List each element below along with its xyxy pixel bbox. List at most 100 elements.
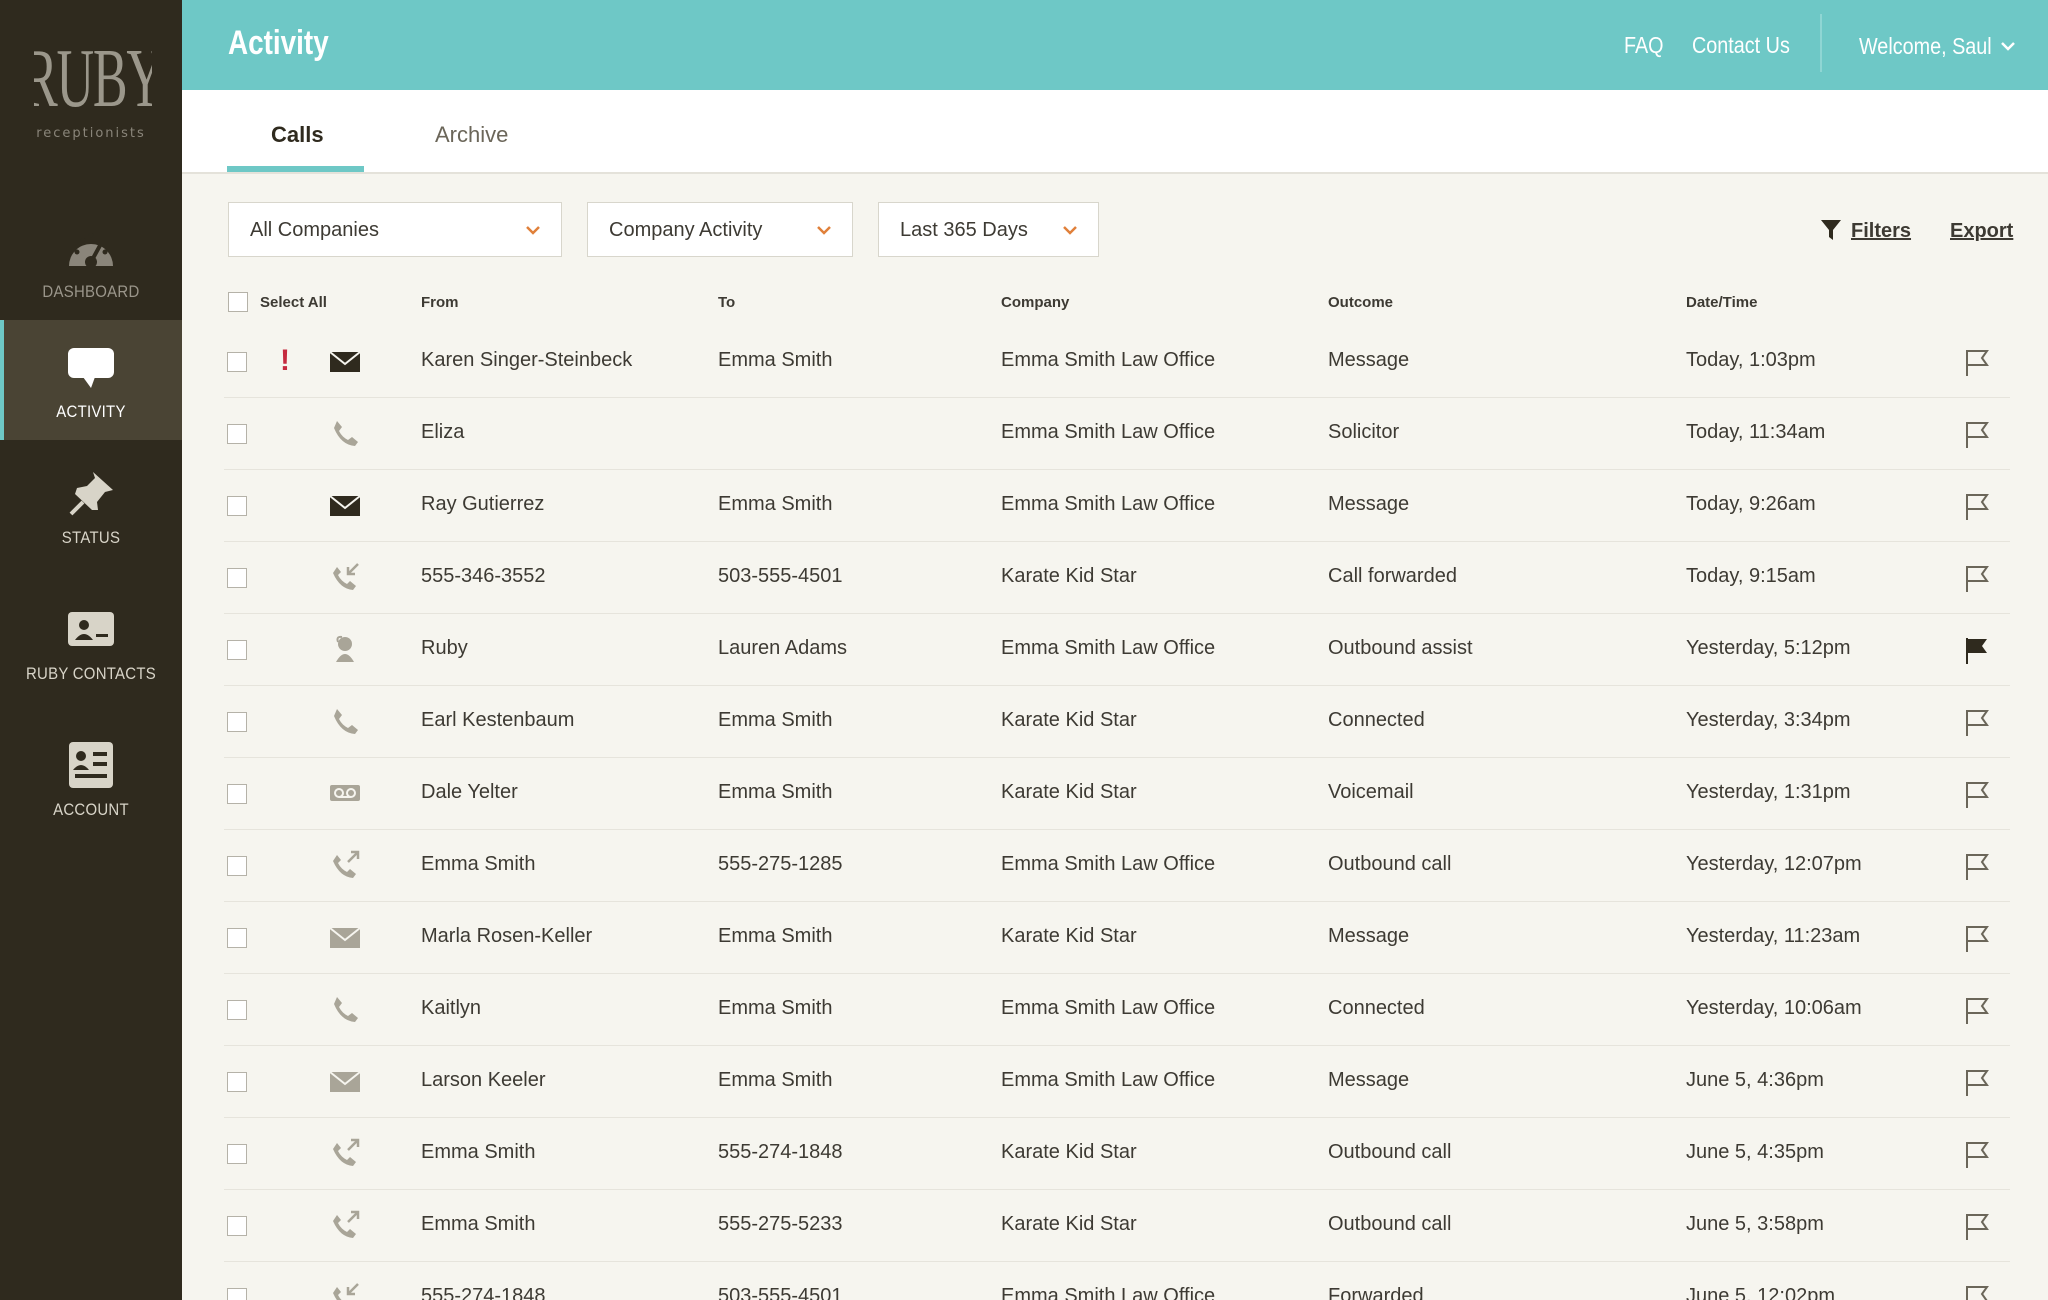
- table-row[interactable]: Emma Smith 555-274-1848 Karate Kid Star Out…: [224, 1118, 2010, 1190]
- cell-to: Emma Smith: [718, 709, 833, 731]
- table-row[interactable]: Eliza Emma Smith Law Office Solicitor Today…: [224, 398, 2010, 470]
- flag-toggle[interactable]: [1963, 780, 1991, 810]
- flag-toggle[interactable]: [1963, 708, 1991, 738]
- contact-us-link[interactable]: Contact Us: [1692, 32, 1790, 59]
- flag-toggle[interactable]: [1963, 1212, 1991, 1242]
- voicemail-icon: [330, 785, 360, 801]
- call-type-icon: [328, 1210, 362, 1240]
- table-row[interactable]: Dale Yelter Emma Smith Karate Kid Star Voic…: [224, 758, 2010, 830]
- row-checkbox[interactable]: [227, 568, 247, 588]
- flag-toggle[interactable]: [1963, 996, 1991, 1026]
- cell-outcome: Outbound call: [1328, 1213, 1452, 1235]
- cell-to: Lauren Adams: [718, 637, 847, 659]
- ruby-logo[interactable]: RUBY receptionists: [0, 0, 182, 150]
- cell-from: Emma Smith: [421, 1141, 536, 1163]
- sidebar-item-dashboard[interactable]: DASHBOARD: [0, 200, 182, 320]
- select-all-checkbox[interactable]: [228, 292, 248, 312]
- top-header: Activity FAQ Contact Us Welcome, Saul: [182, 0, 2048, 90]
- phone-icon: [334, 421, 358, 446]
- cell-from: Ray Gutierrez: [421, 493, 545, 515]
- row-checkbox[interactable]: [227, 1000, 247, 1020]
- flag-toggle[interactable]: [1963, 1140, 1991, 1170]
- cell-from: Emma Smith: [421, 853, 536, 875]
- outbound-call-icon: [333, 1138, 360, 1166]
- chevron-down-icon[interactable]: [2000, 40, 2016, 52]
- call-type-icon: [328, 1066, 362, 1096]
- row-checkbox[interactable]: [227, 1144, 247, 1164]
- row-checkbox[interactable]: [227, 856, 247, 876]
- faq-link[interactable]: FAQ: [1624, 32, 1664, 59]
- activity-select[interactable]: Company Activity: [587, 202, 853, 257]
- cell-from: Eliza: [421, 421, 465, 443]
- row-checkbox[interactable]: [227, 712, 247, 732]
- table-row[interactable]: Emma Smith 555-275-5233 Karate Kid Star Out…: [224, 1190, 2010, 1262]
- tab-calls[interactable]: Calls: [271, 122, 324, 148]
- column-header-company[interactable]: Company: [1001, 294, 1069, 311]
- column-header-datetime[interactable]: Date/Time: [1686, 294, 1757, 311]
- sidebar-item-ruby-contacts[interactable]: RUBY CONTACTS: [0, 582, 182, 702]
- phone-icon: [334, 997, 358, 1022]
- table-row[interactable]: ! Karen Singer-Steinbeck Emma Smith Emma Sm…: [224, 326, 2010, 398]
- cell-datetime: Yesterday, 5:12pm: [1686, 637, 1851, 659]
- row-checkbox[interactable]: [227, 928, 247, 948]
- flag-toggle[interactable]: [1963, 492, 1991, 522]
- dashboard-icon: [69, 232, 113, 268]
- column-header-outcome[interactable]: Outcome: [1328, 294, 1393, 311]
- column-header-from[interactable]: From: [421, 294, 459, 311]
- table-row[interactable]: Ray Gutierrez Emma Smith Emma Smith Law Of…: [224, 470, 2010, 542]
- flag-toggle[interactable]: [1963, 564, 1991, 594]
- sidebar-item-activity[interactable]: ACTIVITY: [0, 320, 182, 440]
- cell-company: Karate Kid Star: [1001, 1141, 1137, 1163]
- table-row[interactable]: 555-274-1848 503-555-4501 Emma Smith Law O…: [224, 1262, 2010, 1300]
- flag-toggle[interactable]: [1963, 636, 1991, 666]
- flag-icon: [1966, 350, 1989, 376]
- filters-link[interactable]: Filters: [1851, 220, 1911, 243]
- row-checkbox[interactable]: [227, 1072, 247, 1092]
- row-checkbox[interactable]: [227, 496, 247, 516]
- cell-outcome: Message: [1328, 1069, 1410, 1091]
- flag-toggle[interactable]: [1963, 924, 1991, 954]
- row-checkbox[interactable]: [227, 1216, 247, 1236]
- filter-funnel-icon[interactable]: [1820, 218, 1842, 242]
- table-row[interactable]: Marla Rosen-Keller Emma Smith Karate Kid S…: [224, 902, 2010, 974]
- table-row[interactable]: 555-346-3552 503-555-4501 Karate Kid Star C…: [224, 542, 2010, 614]
- outbound-call-icon: [333, 850, 360, 878]
- cell-outcome: Message: [1328, 925, 1410, 947]
- table-row[interactable]: Ruby Lauren Adams Emma Smith Law Office Out…: [224, 614, 2010, 686]
- flag-toggle[interactable]: [1963, 420, 1991, 450]
- call-type-icon: [328, 1282, 362, 1300]
- sidebar-label-ruby-contacts: RUBY CONTACTS: [25, 664, 157, 683]
- flag-toggle[interactable]: [1963, 348, 1991, 378]
- row-checkbox[interactable]: [227, 352, 247, 372]
- sidebar-item-account[interactable]: ACCOUNT: [0, 718, 182, 838]
- user-menu[interactable]: Welcome, Saul: [1859, 33, 1992, 60]
- column-header-to[interactable]: To: [718, 294, 735, 311]
- row-checkbox[interactable]: [227, 424, 247, 444]
- sidebar-item-status[interactable]: STATUS: [0, 446, 182, 566]
- flag-toggle[interactable]: [1963, 1068, 1991, 1098]
- flag-icon: [1966, 422, 1989, 448]
- export-link[interactable]: Export: [1950, 220, 2013, 243]
- cell-company: Karate Kid Star: [1001, 709, 1137, 731]
- cell-outcome: Outbound assist: [1328, 637, 1473, 659]
- select-all-label[interactable]: Select All: [260, 294, 327, 311]
- flag-toggle[interactable]: [1963, 1284, 1991, 1300]
- cell-from: Ruby: [421, 637, 468, 659]
- row-checkbox[interactable]: [227, 784, 247, 804]
- company-select[interactable]: All Companies: [228, 202, 562, 257]
- cell-from: Karen Singer-Steinbeck: [421, 349, 633, 371]
- table-row[interactable]: Kaitlyn Emma Smith Emma Smith Law Office Co…: [224, 974, 2010, 1046]
- cell-datetime: Yesterday, 12:07pm: [1686, 853, 1862, 875]
- cell-datetime: Yesterday, 3:34pm: [1686, 709, 1851, 731]
- flag-icon: [1966, 1286, 1989, 1300]
- flag-toggle[interactable]: [1963, 852, 1991, 882]
- table-row[interactable]: Emma Smith 555-275-1285 Emma Smith Law Off…: [224, 830, 2010, 902]
- table-row[interactable]: Earl Kestenbaum Emma Smith Karate Kid Star…: [224, 686, 2010, 758]
- tab-archive[interactable]: Archive: [435, 122, 508, 148]
- date-range-select[interactable]: Last 365 Days: [878, 202, 1099, 257]
- row-checkbox[interactable]: [227, 1288, 247, 1300]
- tab-bar: Calls Archive: [182, 90, 2048, 174]
- table-row[interactable]: Larson Keeler Emma Smith Emma Smith Law Of…: [224, 1046, 2010, 1118]
- pin-icon: [69, 472, 113, 516]
- row-checkbox[interactable]: [227, 640, 247, 660]
